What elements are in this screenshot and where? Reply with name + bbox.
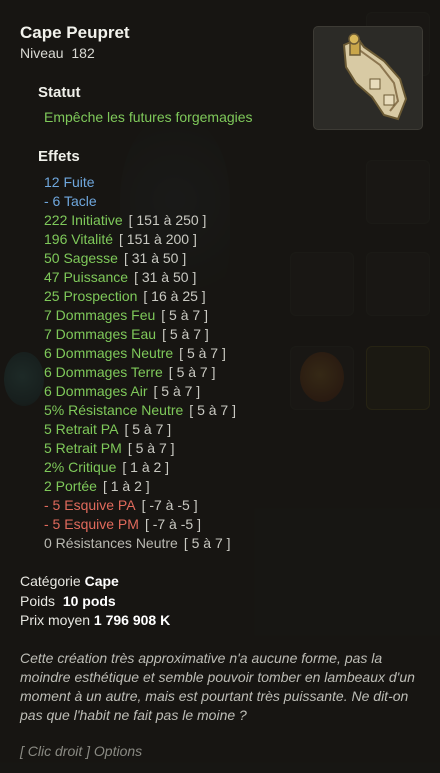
effect-range: [ 151 à 250 ] [128,212,207,228]
effect-range: [ 5 à 7 ] [127,440,175,456]
effect-line: - 5 Esquive PA [ -7 à -5 ] [44,496,236,515]
effect-range: [ 151 à 200 ] [119,231,197,247]
effect-line: 5 Retrait PA [ 5 à 7 ] [44,420,236,439]
category-row: Catégorie Cape [20,573,119,589]
effect-text: 5 Retrait PM [44,440,122,456]
effect-line: 7 Dommages Eau [ 5 à 7 ] [44,325,236,344]
effect-line: 6 Dommages Terre [ 5 à 7 ] [44,363,236,382]
effect-line: 5% Résistance Neutre [ 5 à 7 ] [44,401,236,420]
effect-text: 47 Puissance [44,269,129,285]
effect-text: 50 Sagesse [44,250,118,266]
effects-title: Effets [38,148,80,165]
effect-text: - 6 Tacle [44,193,97,209]
status-text: Empêche les futures forgemagies [44,109,253,125]
item-tooltip: Cape Peupret Niveau 182 Statut Empêche l… [0,0,440,773]
price-label: Prix moyen [20,612,91,628]
item-description: Cette création très approximative n'a au… [20,650,415,723]
weight-row: Poids 10 pods [20,593,116,609]
effect-range: [ 1 à 2 ] [102,478,150,494]
effect-range: [ 5 à 7 ] [162,326,209,342]
effect-line: 222 Initiative [ 151 à 250 ] [44,211,236,230]
weight-value: 10 pods [62,593,116,609]
effect-range: [ 5 à 7 ] [153,383,201,399]
effect-text: 25 Prospection [44,288,138,304]
effect-line: 6 Dommages Neutre [ 5 à 7 ] [44,344,236,363]
effect-line: 196 Vitalité [ 151 à 200 ] [44,230,236,249]
effect-range: [ 1 à 2 ] [122,459,170,475]
effect-range: [ 5 à 7 ] [124,421,172,437]
effect-line: - 6 Tacle [44,192,236,211]
category-label: Catégorie [20,573,81,589]
item-name: Cape Peupret [20,23,130,42]
effect-line: 47 Puissance [ 31 à 50 ] [44,268,236,287]
effect-text: 7 Dommages Feu [44,307,156,323]
effect-line: 7 Dommages Feu [ 5 à 7 ] [44,306,236,325]
effect-line: 5 Retrait PM [ 5 à 7 ] [44,439,236,458]
effect-text: 6 Dommages Neutre [44,345,174,361]
effect-range: [ 5 à 7 ] [183,535,231,551]
effect-range: [ -7 à -5 ] [144,516,201,532]
category-value: Cape [84,573,119,589]
level-label: Niveau [20,45,64,61]
effect-line: 25 Prospection [ 16 à 25 ] [44,287,236,306]
effect-line: 0 Résistances Neutre [ 5 à 7 ] [44,534,236,553]
effect-line: - 5 Esquive PM [ -7 à -5 ] [44,515,236,534]
effect-line: 12 Fuite [44,173,236,192]
effect-range: [ -7 à -5 ] [141,497,198,513]
level-value: 182 [71,45,95,61]
effect-text: 222 Initiative [44,212,123,228]
effect-text: 6 Dommages Terre [44,364,163,380]
effect-text: 0 Résistances Neutre [44,535,178,551]
item-level: Niveau 182 [20,45,95,61]
effect-text: - 5 Esquive PA [44,497,136,513]
effect-line: 50 Sagesse [ 31 à 50 ] [44,249,236,268]
effect-line: 6 Dommages Air [ 5 à 7 ] [44,382,236,401]
effect-text: 7 Dommages Eau [44,326,157,342]
effect-text: 6 Dommages Air [44,383,148,399]
effect-range: [ 16 à 25 ] [143,288,206,304]
effect-range: [ 5 à 7 ] [161,307,208,323]
effects-list: 12 Fuite - 6 Tacle 222 Initiative [ 151 à 2… [44,173,236,553]
effect-text: 5 Retrait PA [44,421,119,437]
effect-text: 2% Critique [44,459,117,475]
effect-line: 2% Critique [ 1 à 2 ] [44,458,236,477]
effect-text: 2 Portée [44,478,97,494]
effect-range: [ 5 à 7 ] [179,345,226,361]
effect-text: 12 Fuite [44,174,95,190]
effect-range: [ 5 à 7 ] [189,402,236,418]
effect-text: - 5 Esquive PM [44,516,139,532]
right-click-options-hint: [ Clic droit ] Options [20,743,143,759]
weight-label: Poids [20,593,56,609]
status-title: Statut [38,84,81,101]
cape-item-icon [313,26,423,130]
effect-range: [ 5 à 7 ] [168,364,216,380]
effect-text: 5% Résistance Neutre [44,402,184,418]
effect-text: 196 Vitalité [44,231,114,247]
effect-line: 2 Portée [ 1 à 2 ] [44,477,236,496]
effect-range: [ 31 à 50 ] [123,250,187,266]
effect-range: [ 31 à 50 ] [134,269,197,285]
price-value: 1 796 908 K [93,612,171,628]
price-row: Prix moyen 1 796 908 K [20,612,170,628]
